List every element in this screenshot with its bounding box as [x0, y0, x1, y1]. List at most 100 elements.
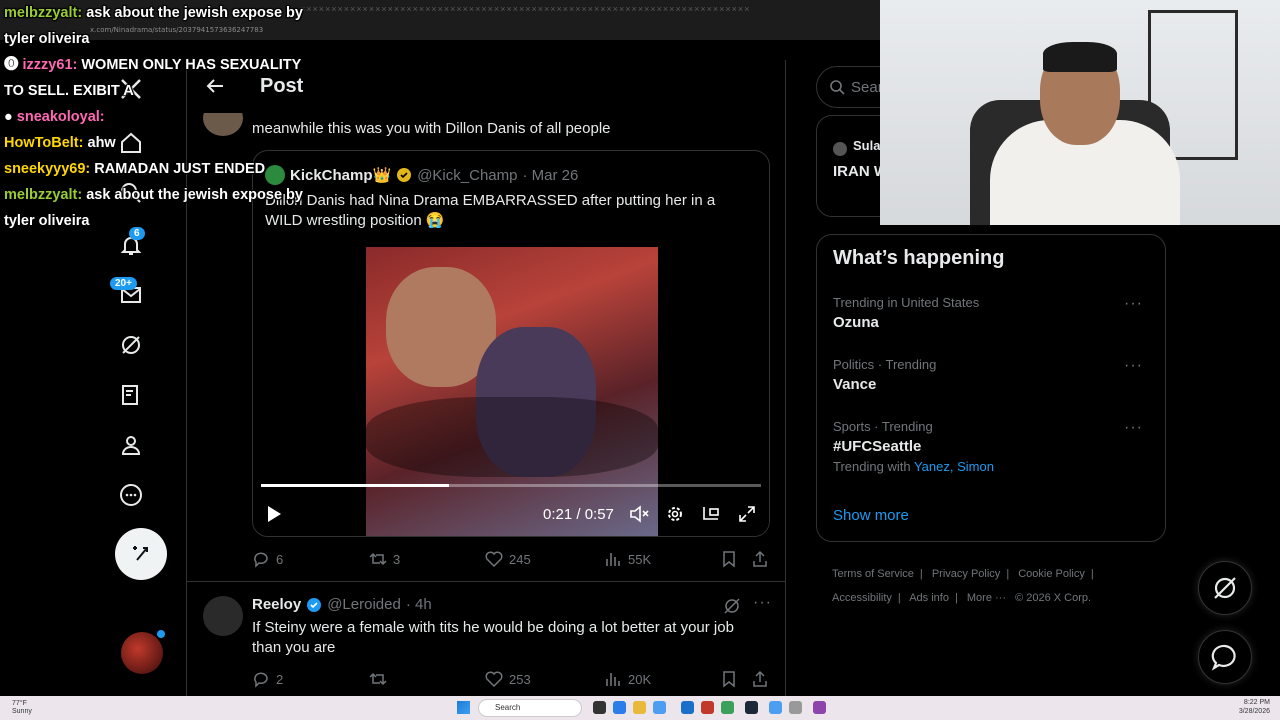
webcam-overlay	[880, 0, 1280, 225]
taskbar-search[interactable]: Search	[478, 699, 582, 717]
news-avatar	[833, 142, 847, 156]
settings-gear-icon[interactable]	[664, 503, 686, 525]
messages-badge: 20+	[110, 277, 137, 290]
reply2-author-handle[interactable]: @Leroided	[327, 596, 401, 613]
trend-item[interactable]: Sports · Trending #UFCSeattle Trending w…	[833, 419, 1153, 474]
compose-post-button[interactable]	[115, 528, 167, 580]
trending-with-links[interactable]: Yanez, Simon	[914, 459, 994, 474]
weather-desc: Sunny	[12, 708, 32, 715]
trend-item[interactable]: Trending in United States Ozuna ···	[833, 295, 1153, 331]
bookmark-icon	[723, 671, 735, 688]
more-dots-icon[interactable]: ···	[753, 594, 772, 612]
quoted-author-handle[interactable]: @Kick_Champ	[417, 167, 517, 184]
repost-button[interactable]	[369, 670, 393, 688]
reply2-author-avatar[interactable]	[203, 596, 243, 636]
mute-icon[interactable]	[628, 503, 650, 525]
view-count: 20K	[628, 671, 652, 687]
play-icon[interactable]	[263, 503, 285, 525]
steam-icon[interactable]	[745, 701, 758, 714]
cookie-link[interactable]: Cookie Policy	[1018, 568, 1085, 580]
privacy-link[interactable]: Privacy Policy	[932, 568, 1000, 580]
views-button[interactable]: 55K	[604, 550, 651, 568]
trend-more-icon[interactable]: ···	[1124, 295, 1143, 313]
chat-message: sneekyyy69: RAMADAN JUST ENDED	[4, 156, 304, 182]
app-icon[interactable]	[789, 701, 802, 714]
share-button[interactable]	[751, 670, 769, 688]
terms-link[interactable]: Terms of Service	[832, 568, 914, 580]
discord-icon[interactable]	[813, 701, 826, 714]
clock-date: 3/28/2026	[1238, 708, 1270, 715]
edge-icon[interactable]	[613, 701, 626, 714]
chat-username: izzzy61:	[22, 57, 78, 73]
chrome-icon[interactable]	[653, 701, 666, 714]
system-clock[interactable]: 8:22 PM 3/28/2026	[1239, 698, 1270, 716]
app-icon[interactable]	[701, 701, 714, 714]
clock-time: 8:22 PM	[1243, 699, 1270, 706]
heart-icon	[485, 551, 503, 568]
whats-happening-panel: What’s happening Trending in United Stat…	[816, 234, 1166, 542]
reply-button[interactable]: 2	[252, 670, 283, 688]
like-button[interactable]: 245	[485, 550, 531, 568]
share-icon	[753, 670, 767, 687]
task-view-icon[interactable]	[593, 701, 606, 714]
trend-item[interactable]: Politics · Trending Vance ···	[833, 357, 1153, 393]
grok-reply-icon[interactable]	[723, 597, 741, 615]
more-link[interactable]: More ···	[967, 592, 1006, 604]
profile-icon[interactable]	[118, 432, 144, 458]
account-avatar[interactable]	[121, 630, 165, 674]
more-options-icon[interactable]	[118, 482, 144, 508]
chat-username: HowToBelt:	[4, 135, 84, 151]
reply-button[interactable]: 6	[252, 550, 283, 568]
reply2-header: Reeloy @Leroided · 4h	[252, 596, 432, 613]
file-explorer-icon[interactable]	[633, 701, 646, 714]
views-chart-icon	[606, 673, 620, 686]
windows-start-icon[interactable]	[457, 701, 470, 714]
trend-more-icon[interactable]: ···	[1124, 419, 1143, 437]
repost-icon	[369, 552, 387, 566]
app-icon[interactable]	[721, 701, 734, 714]
feather-plus-icon	[133, 546, 148, 561]
trend-topic: Vance	[833, 376, 877, 393]
chat-username: sneakoloyal:	[16, 109, 105, 125]
copyright: © 2026 X Corp.	[1015, 592, 1092, 604]
repost-button[interactable]: 3	[369, 550, 400, 568]
store-icon[interactable]	[681, 701, 694, 714]
chat-text: ahw	[87, 135, 116, 151]
lists-icon[interactable]	[118, 382, 144, 408]
weather-widget[interactable]: 77°F Sunny	[12, 700, 32, 716]
share-button[interactable]	[751, 550, 769, 568]
chrome-icon[interactable]	[769, 701, 782, 714]
picture-in-picture-icon[interactable]	[700, 503, 722, 525]
chat-username: melbzzyalt:	[4, 187, 83, 203]
show-more-link[interactable]: Show more	[833, 507, 909, 524]
messages-fab-button[interactable]	[1198, 630, 1252, 684]
news-source-name: Sula	[853, 138, 881, 153]
views-button[interactable]: 20K	[604, 670, 651, 688]
divider	[187, 581, 785, 582]
bookmark-button[interactable]	[720, 670, 738, 688]
search-icon	[830, 80, 845, 95]
ads-link[interactable]: Ads info	[909, 592, 949, 604]
quoted-post-header: KickChamp👑 @Kick_Champ · Mar 26	[265, 165, 578, 185]
like-button[interactable]: 253	[485, 670, 531, 688]
reply2-author-name[interactable]: Reeloy	[252, 596, 301, 613]
fullscreen-icon[interactable]	[736, 503, 758, 525]
trend-topic: Ozuna	[833, 314, 879, 331]
taskbar-search-label: Search	[495, 703, 521, 712]
bookmark-button[interactable]	[720, 550, 738, 568]
video-time: 0:21 / 0:57	[543, 506, 614, 523]
quoted-author-name[interactable]: KickChamp👑	[290, 166, 391, 184]
video-progress-bar[interactable]	[261, 484, 761, 487]
trend-more-icon[interactable]: ···	[1124, 357, 1143, 375]
reply-icon	[254, 552, 268, 568]
accessibility-link[interactable]: Accessibility	[832, 592, 892, 604]
weather-temp: 77°F	[12, 700, 27, 707]
grok-fab-button[interactable]	[1198, 561, 1252, 615]
grok-icon[interactable]	[118, 332, 144, 358]
video-player[interactable]: 0:21 / 0:57	[253, 247, 769, 536]
quoted-post[interactable]: KickChamp👑 @Kick_Champ · Mar 26 Dillon D…	[252, 150, 770, 537]
reply2-time: · 4h	[405, 596, 432, 613]
reply-text: meanwhile this was you with Dillon Danis…	[252, 120, 611, 137]
blue-verified-icon	[307, 597, 322, 612]
like-count: 245	[509, 551, 531, 567]
